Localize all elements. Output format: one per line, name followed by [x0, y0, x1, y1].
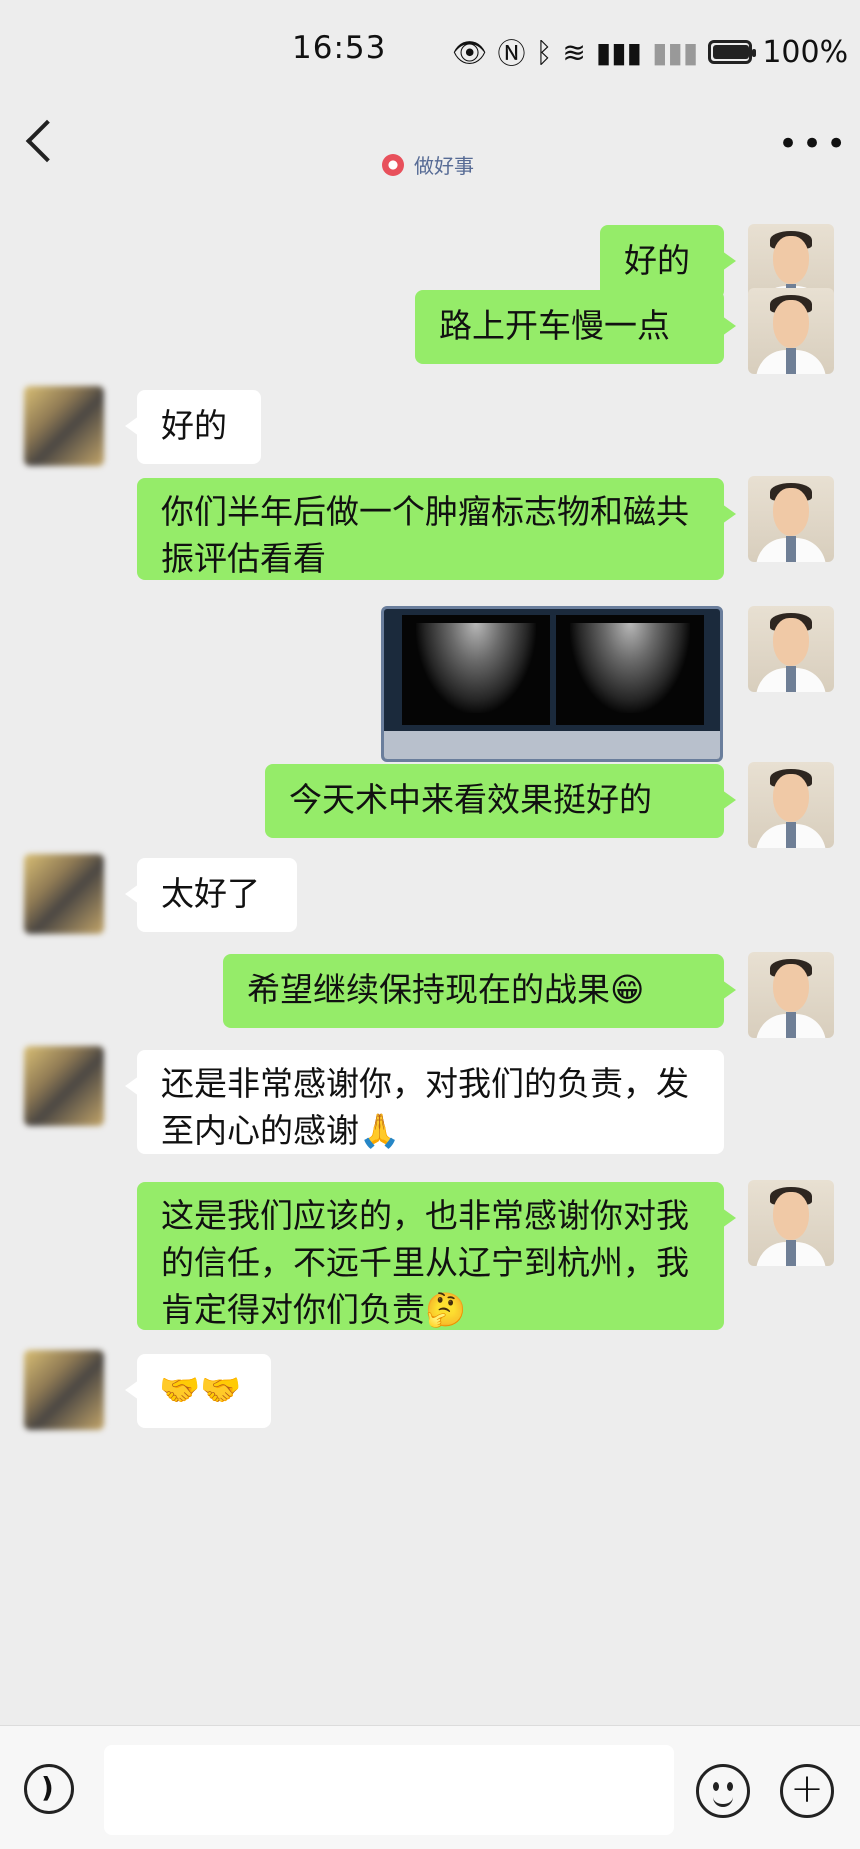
message-bubble[interactable]: 好的 [125, 390, 261, 464]
avatar[interactable] [748, 606, 834, 692]
more-icon[interactable]: ••• [778, 124, 850, 164]
nfc-icon: Ⓝ [497, 37, 526, 70]
eye-icon: 👁 [452, 35, 488, 69]
flower-icon [382, 153, 404, 176]
4g-signal-icon: ▮▮▮ [595, 35, 643, 69]
message-list[interactable]: 好的 路上开车慢一点 好的 你们半年后做一个肿瘤标志物和磁共振评估看看 今天术中… [0, 190, 860, 1725]
avatar[interactable] [24, 1350, 104, 1430]
battery-level [713, 45, 750, 59]
message-bubble[interactable]: 太好了 [125, 858, 297, 932]
wifi-icon: ≋ [562, 35, 586, 69]
message-bubble[interactable]: 还是非常感谢你，对我们的负责，发至内心的感谢🙏 [125, 1050, 724, 1154]
subtitle-text: 做好事 [414, 154, 474, 178]
avatar[interactable] [748, 1180, 834, 1266]
message-bubble[interactable]: 🤝🤝 [125, 1354, 271, 1428]
message-input[interactable] [104, 1745, 674, 1835]
avatar[interactable] [24, 1046, 104, 1126]
message-bubble[interactable]: 今天术中来看效果挺好的 [265, 764, 736, 838]
status-bar: 16:53 👁 Ⓝ ᛒ ≋ ▮▮▮ ▮▮▮ 100% [0, 0, 860, 100]
message-bubble[interactable]: 希望继续保持现在的战果😁 [223, 954, 736, 1028]
no-signal-icon: ▮▮▮ [652, 35, 699, 69]
message-bubble[interactable]: 好的 [600, 225, 736, 299]
avatar[interactable] [748, 952, 834, 1038]
status-time: 16:53 [292, 30, 387, 66]
chat-subtitle: 做好事 [382, 150, 474, 179]
message-bubble[interactable]: 你们半年后做一个肿瘤标志物和磁共振评估看看 [137, 478, 736, 580]
battery-icon [708, 40, 757, 64]
message-bubble[interactable]: 这是我们应该的，也非常感谢你对我的信任，不远千里从辽宁到杭州，我肯定得对你们负责… [137, 1182, 736, 1330]
emoji-icon[interactable] [696, 1764, 750, 1818]
avatar[interactable] [748, 476, 834, 562]
bluetooth-icon: ᛒ [535, 35, 553, 69]
status-icons: 👁 Ⓝ ᛒ ≋ ▮▮▮ ▮▮▮ 100% [452, 32, 848, 72]
avatar[interactable] [748, 762, 834, 848]
ultrasound-image[interactable] [381, 606, 723, 762]
avatar[interactable] [24, 854, 104, 934]
battery-percent: 100% [762, 34, 849, 70]
message-bubble[interactable]: 路上开车慢一点 [415, 290, 736, 364]
avatar[interactable] [748, 288, 834, 374]
voice-icon[interactable] [24, 1764, 74, 1814]
chat-title [280, 103, 580, 145]
avatar[interactable] [24, 386, 104, 466]
plus-icon[interactable]: + [780, 1764, 834, 1818]
